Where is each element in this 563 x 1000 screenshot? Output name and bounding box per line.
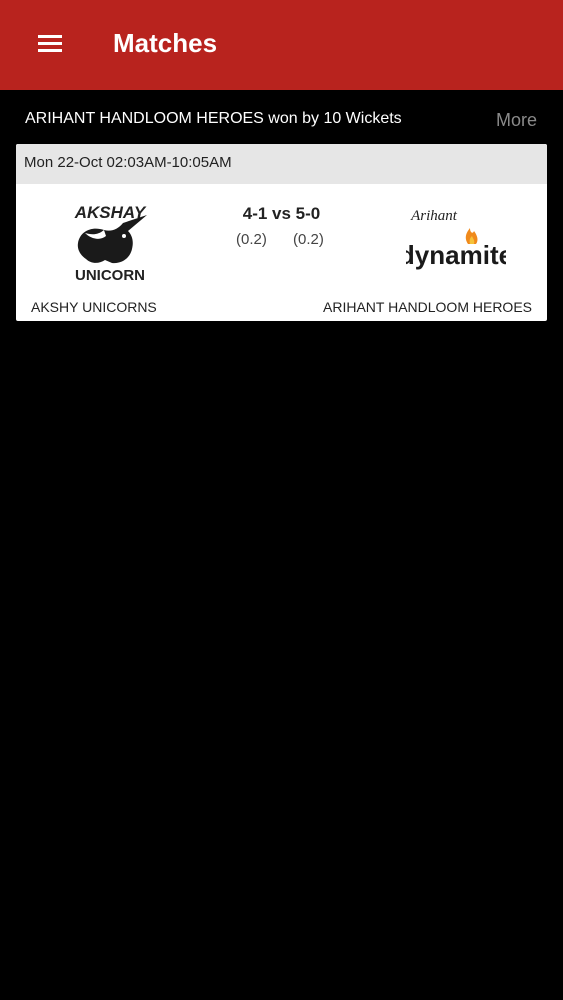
away-logo-text-top: Arihant (410, 208, 458, 224)
away-team-name: ARIHANT HANDLOOM HEROES (323, 299, 532, 315)
away-logo-text-bottom: dynamite (406, 240, 506, 270)
away-team-overs: (0.2) (293, 231, 324, 248)
home-team-name: AKSHY UNICORNS (31, 299, 157, 315)
match-card[interactable]: Mon 22-Oct 02:03AM-10:05AM AKSHAY UNICOR… (16, 144, 547, 321)
match-datetime: Mon 22-Oct 02:03AM-10:05AM (24, 154, 232, 171)
app-bar: Matches (0, 0, 563, 90)
home-team-overs: (0.2) (236, 231, 267, 248)
match-result-text: ARIHANT HANDLOOM HEROES won by 10 Wicket… (25, 110, 402, 127)
match-card-header: Mon 22-Oct 02:03AM-10:05AM (16, 144, 547, 184)
more-link[interactable]: More (496, 108, 537, 132)
home-logo-text-bottom: UNICORN (75, 267, 145, 284)
menu-button[interactable] (27, 22, 73, 66)
page-title: Matches (113, 28, 218, 58)
away-team-logo: Arihant dynamite (399, 198, 513, 288)
hamburger-menu-icon (38, 35, 62, 52)
